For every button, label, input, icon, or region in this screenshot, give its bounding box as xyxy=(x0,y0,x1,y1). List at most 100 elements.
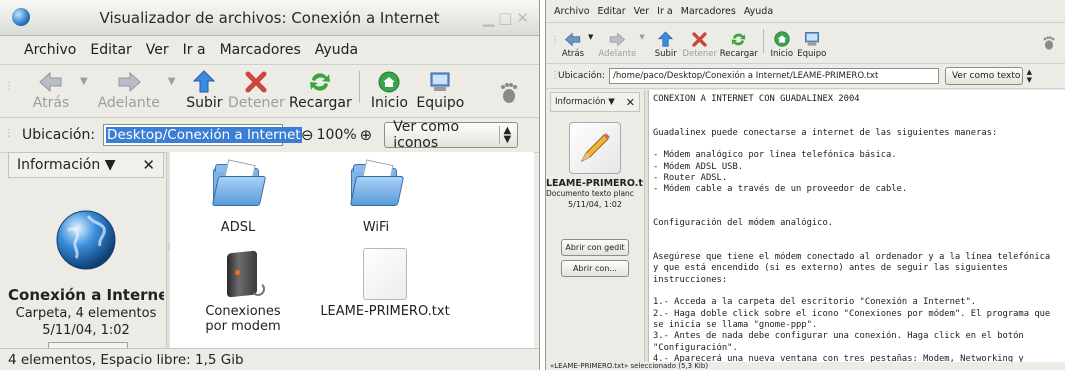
stop-x-icon xyxy=(245,71,267,93)
location-input[interactable]: /home/paco/Desktop/Conexión a Internet/L… xyxy=(608,68,939,84)
menu-marcadores[interactable]: Marcadores xyxy=(220,42,301,58)
menu-ayuda[interactable]: Ayuda xyxy=(744,6,773,17)
text-line: se inicia se llama "gnome-ppp". xyxy=(653,319,818,330)
back-history-arrow-icon[interactable]: ▼ xyxy=(588,33,593,41)
text-line: - Módem ADSL USB. xyxy=(653,161,744,172)
item-conexiones-modem[interactable]: Conexiones por modem xyxy=(188,248,298,334)
computer-button[interactable]: Equipo xyxy=(412,69,468,111)
modem-icon xyxy=(221,248,265,300)
text-line xyxy=(653,207,1065,218)
menu-editar[interactable]: Editar xyxy=(598,6,626,17)
sidebar-panel-select[interactable]: Información ▼ xyxy=(17,157,115,173)
menu-archivo[interactable]: Archivo xyxy=(554,6,590,17)
view-mode-select[interactable]: Ver como iconos ▲ ▼ xyxy=(384,119,519,151)
item-label: ADSL xyxy=(220,220,256,235)
back-button[interactable]: Atrás xyxy=(558,29,588,59)
up-button[interactable]: Subir xyxy=(183,69,225,111)
text-viewer-window: Archivo Editar Ver Ir a Marcadores Ayuda… xyxy=(545,0,1065,370)
window-globe-icon[interactable] xyxy=(12,8,30,26)
stop-button[interactable]: Detener xyxy=(681,29,719,59)
back-arrow-icon xyxy=(564,32,581,46)
back-button[interactable]: Atrás xyxy=(22,69,80,111)
reload-icon xyxy=(310,73,331,91)
back-label: Atrás xyxy=(561,49,585,59)
forward-button[interactable]: Adelante xyxy=(94,69,164,111)
view-mode-select[interactable]: Ver como texto ▲ ▼ xyxy=(944,67,1032,85)
menu-ver[interactable]: Ver xyxy=(146,42,169,58)
menu-ver[interactable]: Ver xyxy=(634,6,650,17)
close-sidebar-icon[interactable]: ✕ xyxy=(142,156,155,174)
text-line: 2.- Haga doble click sobre el icono "Con… xyxy=(653,308,1051,319)
folder-globe-icon xyxy=(8,208,164,272)
forward-button[interactable]: Adelante xyxy=(597,29,637,59)
maximize-icon[interactable]: □ xyxy=(498,9,512,27)
sidebar-kind: Documento texto planc xyxy=(546,189,634,198)
close-window-icon[interactable]: ✕ xyxy=(516,9,529,27)
footprint-throbber-icon xyxy=(497,81,521,109)
reload-button[interactable]: Recargar xyxy=(287,69,353,111)
menu-ir-a[interactable]: Ir a xyxy=(183,42,206,58)
stop-button[interactable]: Detener xyxy=(225,69,287,111)
item-adsl[interactable]: ADSL xyxy=(188,159,288,235)
home-button[interactable]: Inicio xyxy=(366,69,412,111)
forward-label: Adelante xyxy=(598,49,637,59)
icon-view: ADSL WiFi Conexiones por modem LEAME-PRI… xyxy=(170,152,534,348)
item-leame-primero[interactable]: LEAME-PRIMERO.txt xyxy=(310,248,460,319)
up-arrow-icon xyxy=(193,70,216,93)
minimize-icon[interactable]: ▁ xyxy=(483,9,495,27)
menu-marcadores[interactable]: Marcadores xyxy=(681,6,736,17)
text-line xyxy=(653,230,1065,241)
text-line: Guadalinex puede conectarse a internet d… xyxy=(653,127,998,138)
text-line: 1.- Acceda a la carpeta del escritorio "… xyxy=(653,297,977,308)
text-line: 3.- Antes de nada debe configurar una co… xyxy=(653,331,1024,342)
text-line xyxy=(653,286,1065,297)
view-mode-value: Ver como iconos xyxy=(393,119,460,151)
home-button[interactable]: Inicio xyxy=(768,29,796,59)
back-history-arrow-icon[interactable]: ▼ xyxy=(80,76,88,87)
item-wifi[interactable]: WiFi xyxy=(326,159,426,235)
open-with-button[interactable]: Abrir con... xyxy=(561,260,629,277)
zoom-in-icon[interactable]: ⊕ xyxy=(360,126,373,144)
text-view[interactable]: CONEXIÓN A INTERNET CON GUADALINEX 2004 G… xyxy=(648,90,1065,362)
view-mode-value: Ver como texto xyxy=(951,71,1021,81)
sidebar: Información ▼ ✕ LEAME-PRIMERO.t Document… xyxy=(546,90,644,362)
folder-icon xyxy=(211,159,267,208)
computer-button[interactable]: Equipo xyxy=(796,29,828,59)
open-with-gedit-button[interactable]: Abrir con gedit xyxy=(561,239,629,256)
select-arrows-icon: ▲ ▼ xyxy=(498,126,511,145)
forward-history-arrow-icon[interactable]: ▼ xyxy=(168,76,176,87)
menu-ayuda[interactable]: Ayuda xyxy=(315,42,358,58)
menu-bar: Archivo Editar Ver Ir a Marcadores Ayuda xyxy=(546,0,1065,22)
status-text: «LEAME-PRIMERO.txt» seleccionado (5,3 Ki… xyxy=(550,362,709,370)
location-bar: ⋮ Ubicación: Desktop/Conexión a Internet… xyxy=(0,118,539,152)
menu-ir-a[interactable]: Ir a xyxy=(657,6,673,17)
text-editor-pencil-icon xyxy=(569,122,621,174)
back-arrow-icon xyxy=(39,71,62,93)
sidebar-date: 5/11/04, 1:02 xyxy=(568,200,622,209)
menu-editar[interactable]: Editar xyxy=(90,42,131,58)
zoom-out-icon[interactable]: ⊖ xyxy=(301,126,314,144)
text-line: instrucciones: xyxy=(653,274,728,285)
file-browser-window: Visualizador de archivos: Conexión a Int… xyxy=(0,0,540,370)
text-line: - Módem analógico por línea telefónica b… xyxy=(653,150,897,161)
close-sidebar-icon[interactable]: ✕ xyxy=(626,96,635,109)
menu-archivo[interactable]: Archivo xyxy=(24,42,76,58)
reload-button[interactable]: Recargar xyxy=(719,29,759,59)
text-line: - Módem cable a través de un proveedor d… xyxy=(653,184,908,195)
home-icon xyxy=(774,31,790,47)
toolbar: ⋮ Atrás ▼ Adelante ▼ Subir Detener Recar… xyxy=(0,65,539,117)
up-label: Subir xyxy=(186,95,223,111)
zoom-level[interactable]: 100% xyxy=(317,127,357,143)
forward-history-arrow-icon[interactable]: ▼ xyxy=(639,33,644,41)
sidebar-name: Conexión a Interne xyxy=(8,286,164,304)
up-arrow-icon xyxy=(658,31,674,47)
title-bar[interactable]: Visualizador de archivos: Conexión a Int… xyxy=(0,0,539,36)
folder-icon xyxy=(349,159,405,208)
item-label: LEAME-PRIMERO.txt xyxy=(320,304,450,319)
status-text: 4 elementos, Espacio libre: 1,5 Gib xyxy=(8,352,244,368)
location-input[interactable]: Desktop/Conexión a Internet xyxy=(103,124,302,146)
sidebar-panel-select[interactable]: Información ▼ xyxy=(555,97,615,107)
forward-label: Adelante xyxy=(97,95,160,111)
item-label: WiFi xyxy=(362,220,390,235)
up-button[interactable]: Subir xyxy=(651,29,681,59)
